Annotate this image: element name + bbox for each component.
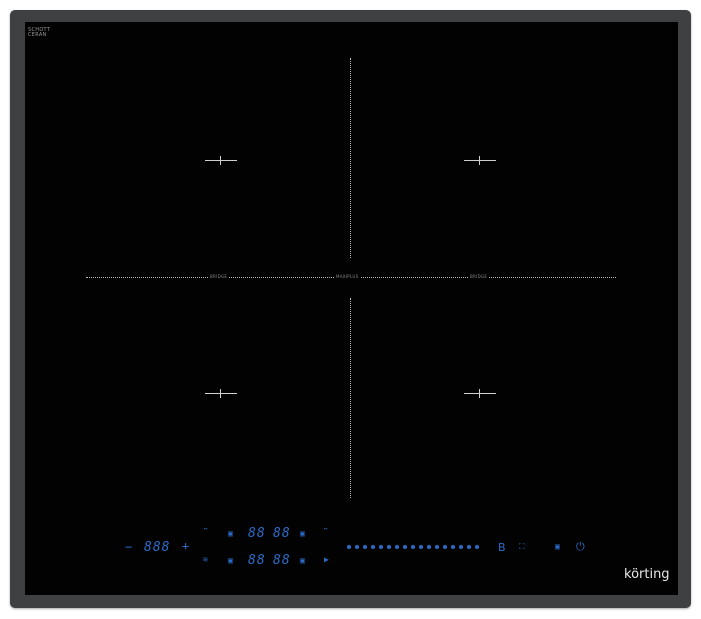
- zone-display-front-left: 88: [248, 553, 266, 568]
- slider-dot[interactable]: [411, 545, 415, 549]
- steam-icon[interactable]: ≋: [203, 556, 208, 564]
- slider-dot[interactable]: [387, 545, 391, 549]
- slider-dot[interactable]: [347, 545, 351, 549]
- glass-surface: [25, 22, 678, 595]
- schott-ceran-mark: SCHOTT CERAN: [28, 28, 50, 38]
- zone-select-front-left-icon[interactable]: ▣: [228, 557, 233, 565]
- lock-icon[interactable]: ▣: [555, 543, 560, 551]
- plus-button[interactable]: +: [182, 540, 189, 552]
- zone-divider-bottom: [350, 298, 351, 498]
- zone-select-top-left-icon[interactable]: ⎴: [204, 529, 207, 537]
- slider-dot[interactable]: [419, 545, 423, 549]
- korting-logo: körting: [624, 567, 670, 582]
- slider-dot[interactable]: [371, 545, 375, 549]
- slider-dot[interactable]: [427, 545, 431, 549]
- maxiplus-label: MAXIPLUS: [334, 274, 361, 279]
- slider-dot[interactable]: [379, 545, 383, 549]
- timer-display: 888: [144, 540, 171, 555]
- bridge-mode-icon[interactable]: ⛶: [519, 543, 525, 551]
- zone-display-rear-left: 88: [248, 526, 266, 541]
- bridge-label-left: BRIDGE: [208, 274, 230, 279]
- slider-dot[interactable]: [475, 545, 479, 549]
- slider-dot[interactable]: [355, 545, 359, 549]
- slider-dot[interactable]: [459, 545, 463, 549]
- zone-select-top-right-icon[interactable]: ⎴: [324, 529, 327, 537]
- zone-select-rear-left-icon[interactable]: ▣: [228, 530, 233, 538]
- zone-select-front-right-icon[interactable]: ▣: [300, 557, 305, 565]
- zone-divider-top: [350, 58, 351, 258]
- slider-dot[interactable]: [467, 545, 471, 549]
- power-slider[interactable]: [347, 545, 482, 551]
- zone-select-rear-right-icon[interactable]: ▣: [300, 530, 305, 538]
- brand-line-2: CERAN: [28, 32, 47, 38]
- slider-dot[interactable]: [403, 545, 407, 549]
- bridge-label-right: BRIDGE: [468, 274, 490, 279]
- minus-button[interactable]: −: [125, 541, 132, 553]
- power-icon[interactable]: ⏻: [576, 541, 585, 552]
- slider-dot[interactable]: [363, 545, 367, 549]
- boost-button[interactable]: B: [498, 542, 506, 553]
- slider-dot[interactable]: [435, 545, 439, 549]
- play-icon[interactable]: ▶: [324, 556, 329, 564]
- slider-dot[interactable]: [443, 545, 447, 549]
- zone-display-front-right: 88: [273, 553, 291, 568]
- zone-display-rear-right: 88: [273, 526, 291, 541]
- slider-dot[interactable]: [451, 545, 455, 549]
- slider-dot[interactable]: [395, 545, 399, 549]
